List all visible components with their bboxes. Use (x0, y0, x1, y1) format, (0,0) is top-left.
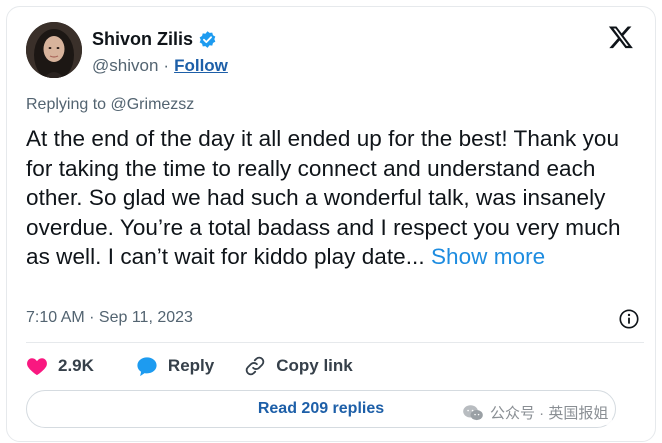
author-name-row: Shivon Zilis (92, 29, 217, 50)
wechat-icon (463, 404, 483, 420)
like-button[interactable]: 2.9K (26, 356, 94, 376)
show-more-link[interactable]: Show more (431, 244, 545, 269)
copy-link-button[interactable]: Copy link (244, 355, 353, 377)
tweet-timestamp[interactable]: 7:10 AM · Sep 11, 2023 (26, 309, 193, 327)
link-icon (245, 356, 265, 376)
verified-badge-icon (198, 30, 217, 49)
replying-to[interactable]: Replying to @Grimezsz (26, 96, 194, 114)
watermark-text: 公众号 · 英国报姐 (490, 405, 609, 422)
action-bar: 2.9K Reply Copy link (26, 355, 353, 377)
author-name[interactable]: Shivon Zilis (92, 29, 193, 50)
author-handle[interactable]: @shivon (92, 56, 158, 76)
heart-icon (27, 358, 47, 376)
reply-bubble-icon (137, 356, 157, 376)
reply-button[interactable]: Reply (136, 356, 214, 377)
tweet-text: At the end of the day it all ended up fo… (26, 124, 638, 272)
watermark: 公众号 · 英国报姐 (458, 400, 613, 425)
divider (26, 342, 644, 343)
follow-link[interactable]: Follow (174, 56, 228, 76)
info-icon[interactable] (618, 308, 640, 330)
avatar[interactable] (26, 22, 82, 78)
likes-count: 2.9K (58, 356, 94, 375)
separator-dot: · (163, 56, 170, 75)
author-handle-row: @shivon · Follow (92, 56, 228, 76)
copy-link-label: Copy link (276, 356, 353, 375)
x-logo-icon[interactable] (608, 24, 634, 50)
reply-label: Reply (167, 356, 215, 375)
